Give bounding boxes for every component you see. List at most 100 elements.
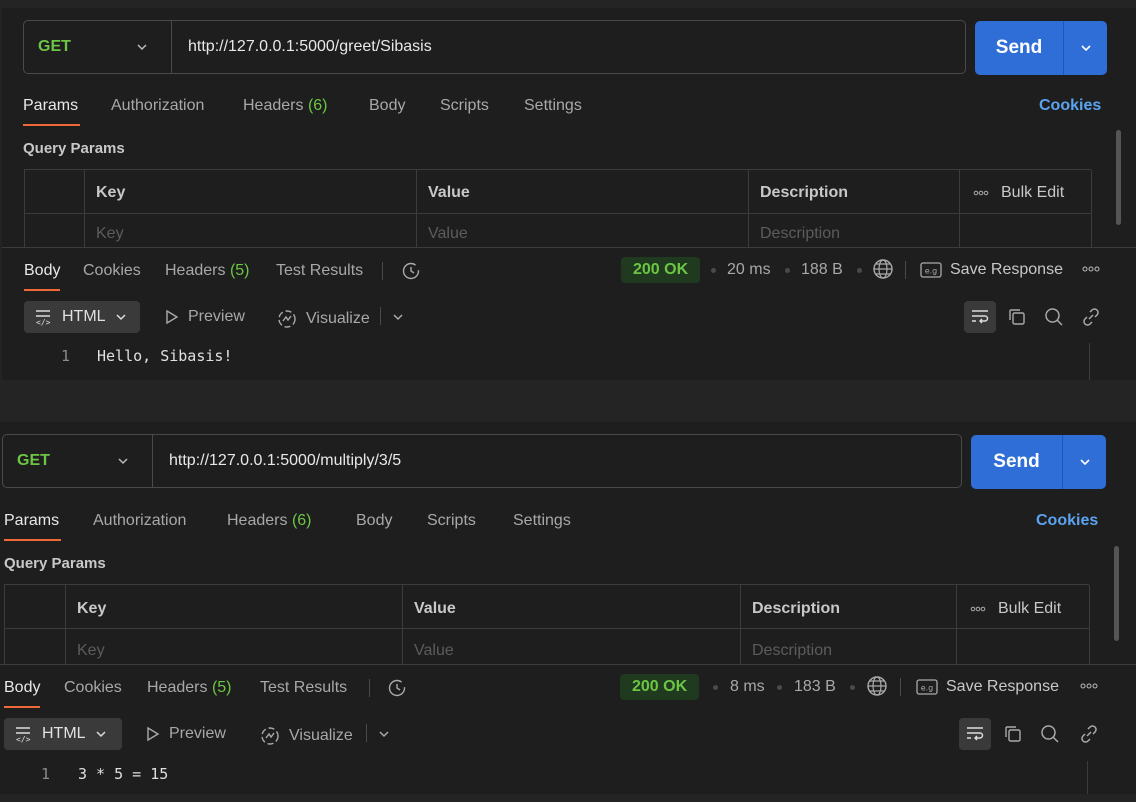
- play-icon: [166, 309, 179, 325]
- globe-icon[interactable]: [872, 258, 894, 280]
- link-button[interactable]: [1073, 718, 1105, 750]
- more-horizontal-icon: [973, 190, 989, 196]
- method-label: GET: [38, 38, 71, 55]
- search-button[interactable]: [1034, 718, 1066, 750]
- format-select[interactable]: </> HTML: [24, 301, 140, 333]
- tab-params[interactable]: Params: [4, 512, 62, 541]
- response-tab-headers[interactable]: Headers (5): [147, 679, 232, 697]
- value-input[interactable]: Value: [414, 642, 454, 660]
- request-tabs: Params Authorization Headers (6) Body Sc…: [4, 507, 1104, 541]
- tab-body[interactable]: Body: [356, 512, 392, 530]
- globe-icon[interactable]: [866, 675, 888, 697]
- response-divider: [0, 664, 1136, 665]
- tab-authorization[interactable]: Authorization: [111, 97, 204, 115]
- request-panel-greet: GET http://127.0.0.1:5000/greet/Sibasis …: [2, 8, 1136, 380]
- link-icon: [1081, 725, 1097, 743]
- scrollbar[interactable]: [1114, 546, 1119, 641]
- response-tabs: Body Cookies Headers (5) Test Results: [4, 678, 604, 708]
- bulk-edit-button[interactable]: Bulk Edit: [973, 184, 1064, 202]
- code-wrap-icon: </>: [36, 310, 51, 326]
- send-button-group: Send: [971, 435, 1106, 489]
- send-options-button[interactable]: [1063, 435, 1106, 489]
- tab-params[interactable]: Params: [23, 97, 81, 126]
- response-tab-body[interactable]: Body: [24, 262, 61, 291]
- response-tab-tests[interactable]: Test Results: [260, 679, 347, 697]
- send-button[interactable]: Send: [975, 21, 1064, 75]
- tab-scripts[interactable]: Scripts: [427, 512, 476, 530]
- copy-button[interactable]: [997, 718, 1029, 750]
- format-select[interactable]: </> HTML: [4, 718, 122, 750]
- chevron-down-icon: [1080, 45, 1091, 52]
- tab-headers[interactable]: Headers (6): [243, 97, 328, 115]
- send-button-group: Send: [975, 21, 1107, 75]
- url-input[interactable]: http://127.0.0.1:5000/greet/Sibasis: [172, 38, 432, 56]
- save-response-button[interactable]: e.g Save Response: [920, 261, 1063, 279]
- tab-headers[interactable]: Headers (6): [227, 512, 312, 530]
- save-response-button[interactable]: e.g Save Response: [916, 678, 1059, 696]
- url-input[interactable]: http://127.0.0.1:5000/multiply/3/5: [153, 452, 401, 470]
- description-input[interactable]: Description: [760, 225, 840, 243]
- method-select[interactable]: GET: [3, 435, 153, 487]
- key-input[interactable]: Key: [96, 225, 124, 243]
- copy-button[interactable]: [1001, 301, 1033, 333]
- chevron-down-icon: [116, 314, 126, 321]
- scrollbar[interactable]: [1116, 130, 1121, 225]
- tab-authorization[interactable]: Authorization: [93, 512, 186, 530]
- key-input[interactable]: Key: [77, 642, 105, 660]
- preview-button[interactable]: Preview: [164, 308, 245, 326]
- response-headers-label: Headers: [147, 679, 208, 696]
- column-key: Key: [96, 184, 126, 201]
- format-label: HTML: [62, 308, 106, 325]
- response-tab-cookies[interactable]: Cookies: [83, 262, 141, 280]
- tab-settings[interactable]: Settings: [513, 512, 571, 530]
- response-tabs: Body Cookies Headers (5) Test Results: [24, 261, 624, 291]
- svg-text:</>: </>: [16, 735, 31, 743]
- value-input[interactable]: Value: [428, 225, 468, 243]
- link-button[interactable]: [1075, 301, 1107, 333]
- table-header-row: [5, 585, 1089, 629]
- send-options-button[interactable]: [1064, 21, 1107, 75]
- wrap-lines-button[interactable]: [964, 301, 996, 333]
- chevron-down-icon[interactable]: [377, 727, 391, 741]
- url-bar: GET http://127.0.0.1:5000/greet/Sibasis: [23, 20, 966, 74]
- preview-button[interactable]: Preview: [145, 725, 226, 743]
- chevron-down-icon[interactable]: [391, 310, 405, 324]
- wrap-icon: [967, 727, 984, 741]
- response-tab-cookies[interactable]: Cookies: [64, 679, 122, 697]
- visualize-button[interactable]: Visualize: [276, 308, 370, 330]
- method-label: GET: [17, 452, 50, 469]
- column-description: Description: [760, 184, 849, 201]
- tab-settings[interactable]: Settings: [524, 97, 582, 115]
- method-select[interactable]: GET: [24, 21, 172, 73]
- tab-scripts[interactable]: Scripts: [440, 97, 489, 115]
- response-body[interactable]: 3 * 5 = 15: [78, 765, 168, 783]
- tab-headers-label: Headers: [243, 97, 304, 114]
- bulk-edit-button[interactable]: Bulk Edit: [970, 600, 1061, 618]
- cookies-link[interactable]: Cookies: [1039, 97, 1101, 115]
- response-tab-body[interactable]: Body: [4, 679, 41, 708]
- history-icon[interactable]: [387, 678, 407, 698]
- search-button[interactable]: [1038, 301, 1070, 333]
- more-horizontal-icon[interactable]: [1082, 266, 1100, 272]
- visualize-button[interactable]: Visualize: [259, 725, 353, 747]
- visualize-icon: [261, 727, 279, 745]
- response-tab-tests[interactable]: Test Results: [276, 262, 363, 280]
- wrap-lines-button[interactable]: [959, 718, 991, 750]
- response-tab-headers[interactable]: Headers (5): [165, 262, 250, 280]
- status-badge: 200 OK: [621, 257, 701, 283]
- bulk-edit-label: Bulk Edit: [1001, 184, 1065, 201]
- response-body[interactable]: Hello, Sibasis!: [97, 347, 232, 365]
- cookies-link[interactable]: Cookies: [1036, 512, 1098, 530]
- preview-label: Preview: [188, 308, 245, 325]
- history-icon[interactable]: [401, 261, 421, 281]
- query-params-title: Query Params: [4, 555, 106, 572]
- send-button[interactable]: Send: [971, 435, 1063, 489]
- tab-headers-label: Headers: [227, 512, 288, 529]
- chevron-down-icon: [118, 458, 128, 465]
- more-horizontal-icon[interactable]: [1080, 683, 1098, 689]
- link-icon: [1083, 308, 1099, 326]
- tab-body[interactable]: Body: [369, 97, 405, 115]
- example-icon: e.g: [916, 679, 938, 695]
- description-input[interactable]: Description: [752, 642, 832, 660]
- svg-text:e.g: e.g: [921, 684, 934, 693]
